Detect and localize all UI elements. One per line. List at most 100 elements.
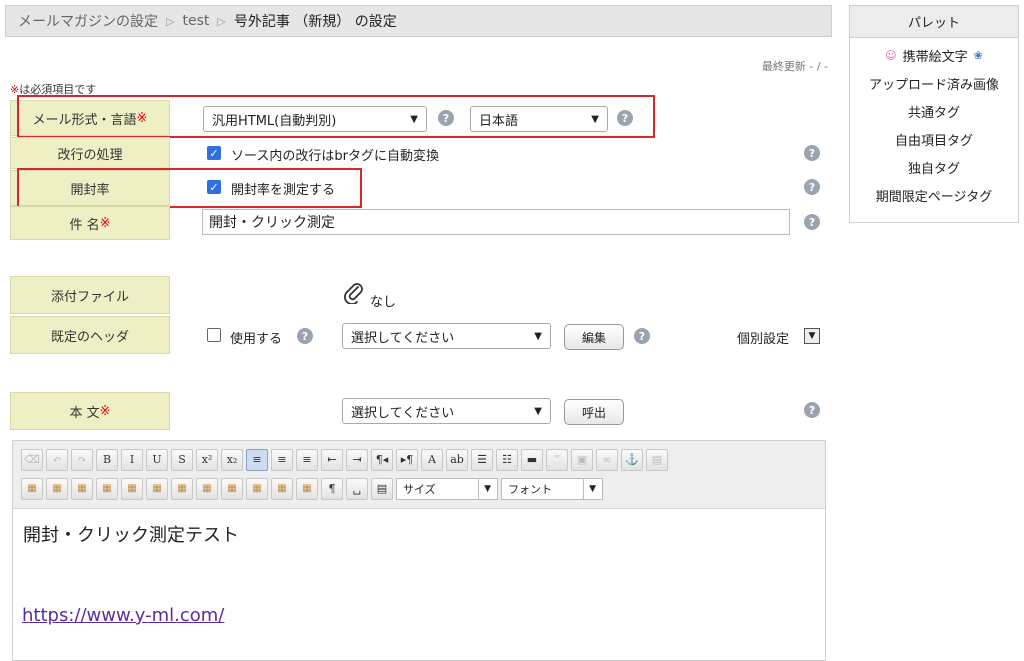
toolbar-outdent-button[interactable]: ⇥ <box>346 448 368 471</box>
toolbar-align-right-button[interactable]: ≡ <box>296 448 318 471</box>
palette-item-free-tags[interactable]: 自由項目タグ <box>850 125 1018 153</box>
help-icon[interactable]: ? <box>804 402 820 418</box>
individual-setting-label: 個別設定 <box>737 332 790 347</box>
breadcrumb: メールマガジンの設定 ▷ test ▷ 号外記事 （新規） の設定 <box>5 5 832 37</box>
label-text: 件 名 <box>69 217 100 233</box>
highlight-box <box>17 168 362 208</box>
toolbar-table-tool-9-button[interactable]: ▦ <box>246 477 268 500</box>
chevron-down-icon: ▼ <box>534 330 542 342</box>
body-template-select[interactable]: 選択してください ▼ <box>342 398 551 424</box>
toolbar-undo-button[interactable]: ↶ <box>46 448 68 471</box>
toolbar-table-button[interactable]: ▣ <box>571 448 593 471</box>
help-icon[interactable]: ? <box>804 145 820 161</box>
toolbar-table-tool-14-button[interactable]: ▤ <box>371 477 393 500</box>
highlight-box <box>17 95 655 138</box>
help-icon[interactable]: ? <box>297 328 313 344</box>
label-text: 改行の処理 <box>57 147 123 163</box>
paperclip-icon[interactable] <box>343 282 365 308</box>
toolbar-table-tool-7-button[interactable]: ▦ <box>196 477 218 500</box>
editor-toolbar: ⌫ ↶ ↷ B I U Sx² x₂ ≡ ≡ ≡ ⇤ ⇥ ¶◂ ▸¶ Aab ☰ ☷ ▬ “▣ ∞ ⚓ ▤ ▦ ▦ ▦ ▦ ▦ ▦ ▦ ▦… <box>13 441 825 509</box>
toolbar-horizontal-rule-button[interactable]: ▬ <box>521 448 543 471</box>
label-line-break: 改行の処理 <box>10 137 170 169</box>
toolbar-superscript-button[interactable]: x² <box>196 448 218 471</box>
header-use-checkbox[interactable] <box>207 328 221 342</box>
toolbar-table-tool-4-button[interactable]: ▦ <box>121 477 143 500</box>
rich-text-editor[interactable]: ⌫ ↶ ↷ B I U Sx² x₂ ≡ ≡ ≡ ⇤ ⇥ ¶◂ ▸¶ Aab ☰ ☷ ▬ “▣ ∞ ⚓ ▤ ▦ ▦ ▦ ▦ ▦ ▦ ▦ ▦… <box>12 440 826 661</box>
toolbar-anchor-button[interactable]: ⚓ <box>621 448 643 471</box>
header-use-label: 使用する <box>230 332 283 347</box>
toolbar-row: ⌫ ↶ ↷ B I U Sx² x₂ ≡ ≡ ≡ ⇤ ⇥ ¶◂ ▸¶ Aab ☰ ☷ ▬ “▣ ∞ ⚓ ▤ <box>21 446 817 473</box>
select-value: 選択してください <box>351 330 455 346</box>
toolbar-size-select[interactable]: サイズ ▼ <box>396 477 498 500</box>
palette-item-uploaded-images[interactable]: アップロード済み画像 <box>850 69 1018 97</box>
editor-content[interactable]: 開封・クリック測定テスト <box>13 509 825 559</box>
breadcrumb-separator: ▷ <box>166 14 175 28</box>
line-break-checkbox[interactable]: ✓ <box>207 146 221 160</box>
breadcrumb-item-test[interactable]: test <box>182 13 209 29</box>
toolbar-table-tool-2-button[interactable]: ▦ <box>71 477 93 500</box>
toolbar-subscript-button[interactable]: x₂ <box>221 448 243 471</box>
palette-title: パレット <box>850 6 1018 38</box>
chevron-down-icon: ▼ <box>534 405 542 417</box>
edit-button[interactable]: 編集 <box>564 324 624 350</box>
toolbar-rtl-button[interactable]: ▸¶ <box>396 448 418 471</box>
attachment-value: なし <box>370 295 397 310</box>
toolbar-table-tool-0-button[interactable]: ▦ <box>21 477 43 500</box>
label-attachment: 添付ファイル <box>10 276 170 314</box>
toolbar-font-select[interactable]: フォント ▼ <box>501 477 603 500</box>
toolbar-table-tool-10-button[interactable]: ▦ <box>271 477 293 500</box>
toolbar-table-tool-1-button[interactable]: ▦ <box>46 477 68 500</box>
toolbar-blockquote-button[interactable]: “ <box>546 448 568 471</box>
help-icon[interactable]: ? <box>634 328 650 344</box>
toolbar-unordered-list-button[interactable]: ☷ <box>496 448 518 471</box>
toolbar-strike-button[interactable]: S <box>171 448 193 471</box>
label-header: 既定のヘッダ <box>10 316 170 354</box>
label-body: 本 文 ※ <box>10 392 170 430</box>
call-button[interactable]: 呼出 <box>564 399 624 425</box>
breadcrumb-item-mailmag[interactable]: メールマガジンの設定 <box>18 11 158 31</box>
chevron-down-icon: ▼ <box>583 478 596 499</box>
toolbar-link-button[interactable]: ∞ <box>596 448 618 471</box>
toolbar-underline-button[interactable]: U <box>146 448 168 471</box>
required-mark: ※ <box>99 403 111 419</box>
toolbar-spellcheck-button[interactable]: ab <box>446 448 468 471</box>
toolbar-ltr-button[interactable]: ¶◂ <box>371 448 393 471</box>
toolbar-font-color-button[interactable]: A <box>421 448 443 471</box>
label-text: 添付ファイル <box>50 289 129 305</box>
label-text: 本 文 <box>69 405 100 421</box>
palette-item-limited-page-tags[interactable]: 期間限定ページタグ <box>850 181 1018 209</box>
select-value: 選択してください <box>351 405 455 421</box>
content-link[interactable]: https://www.y-ml.com/ <box>22 605 224 626</box>
palette-item-common-tags[interactable]: 共通タグ <box>850 97 1018 125</box>
toolbar-align-center-button[interactable]: ≡ <box>271 448 293 471</box>
palette-item-mobile-emoji[interactable]: ☺ 携帯絵文字 ❀ <box>850 41 1018 69</box>
header-select[interactable]: 選択してください ▼ <box>342 323 551 349</box>
toolbar-align-left-button[interactable]: ≡ <box>246 448 268 471</box>
expand-toggle-icon[interactable]: ▼ <box>804 328 820 344</box>
help-icon[interactable]: ? <box>804 214 820 230</box>
help-icon[interactable]: ? <box>804 179 820 195</box>
toolbar-table-tool-3-button[interactable]: ▦ <box>96 477 118 500</box>
subject-input[interactable]: 開封・クリック測定 <box>202 209 790 235</box>
label-text: 既定のヘッダ <box>50 329 129 345</box>
palette-item-custom-tags[interactable]: 独自タグ <box>850 153 1018 181</box>
emoji-icon: ❀ <box>973 48 983 62</box>
toolbar-ordered-list-button[interactable]: ☰ <box>471 448 493 471</box>
toolbar-table-tool-8-button[interactable]: ▦ <box>221 477 243 500</box>
toolbar-table-tool-5-button[interactable]: ▦ <box>146 477 168 500</box>
size-select-label: サイズ <box>403 482 436 496</box>
toolbar-table-tool-11-button[interactable]: ▦ <box>296 477 318 500</box>
toolbar-table-tool-12-button[interactable]: ¶ <box>321 477 343 500</box>
toolbar-redo-button[interactable]: ↷ <box>71 448 93 471</box>
breadcrumb-separator: ▷ <box>217 14 226 28</box>
toolbar-indent-button[interactable]: ⇤ <box>321 448 343 471</box>
toolbar-eraser-button[interactable]: ⌫ <box>21 448 43 471</box>
toolbar-image-button[interactable]: ▤ <box>646 448 668 471</box>
breadcrumb-current: 号外記事 （新規） の設定 <box>233 14 397 30</box>
toolbar-italic-button[interactable]: I <box>121 448 143 471</box>
chevron-down-icon: ▼ <box>478 478 491 499</box>
toolbar-table-tool-13-button[interactable]: ␣ <box>346 477 368 500</box>
toolbar-bold-button[interactable]: B <box>96 448 118 471</box>
last-update: 最終更新 - / - <box>761 60 828 73</box>
toolbar-table-tool-6-button[interactable]: ▦ <box>171 477 193 500</box>
